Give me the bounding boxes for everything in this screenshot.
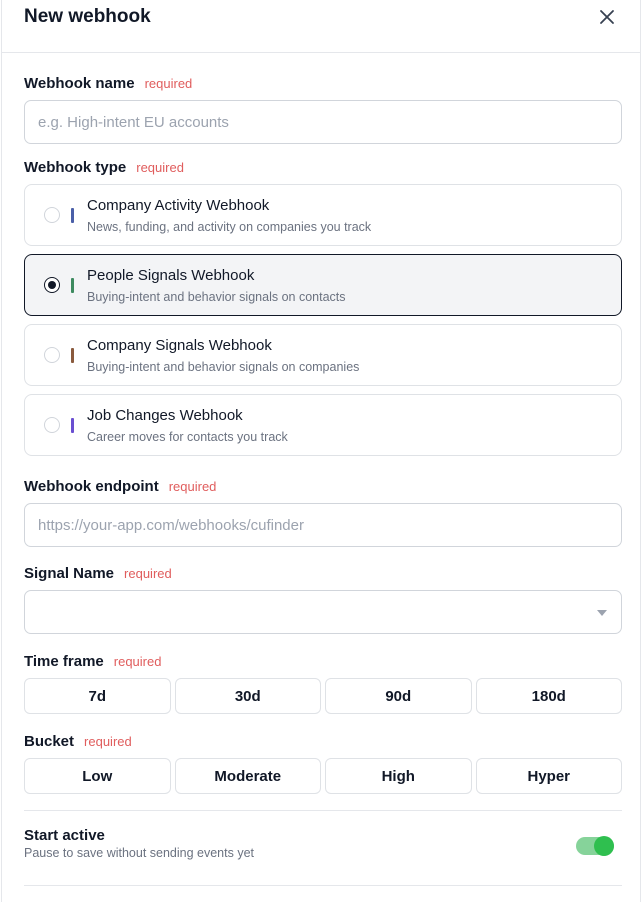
time-frame-option-180d[interactable]: 180d <box>475 678 622 714</box>
webhook-endpoint-label-row: Webhook endpoint required <box>24 478 216 495</box>
bucket-option-hyper[interactable]: Hyper <box>475 758 622 794</box>
required-tag: required <box>84 734 132 749</box>
radio-button[interactable] <box>44 207 60 223</box>
radio-selected-dot <box>48 281 56 289</box>
footer-divider <box>24 885 622 886</box>
time-frame-label: Time frame <box>24 653 104 670</box>
signal-name-label-row: Signal Name required <box>24 565 172 582</box>
webhook-name-input[interactable] <box>24 100 622 144</box>
option-title: People Signals Webhook <box>87 267 255 284</box>
bucket-segmented-control: Low Moderate High Hyper <box>24 758 622 794</box>
webhook-name-label-row: Webhook name required <box>24 75 192 92</box>
webhook-type-label-row: Webhook type required <box>24 159 184 176</box>
required-tag: required <box>136 160 184 175</box>
webhook-type-option-people-signals[interactable]: People Signals Webhook Buying-intent and… <box>24 254 622 316</box>
webhook-type-option-company-activity[interactable]: Company Activity Webhook News, funding, … <box>24 184 622 246</box>
type-color-bar <box>71 418 74 433</box>
signal-name-label: Signal Name <box>24 565 115 582</box>
required-tag: required <box>113 654 162 669</box>
chevron-down-icon <box>597 610 607 616</box>
webhook-endpoint-label: Webhook endpoint <box>24 478 159 495</box>
type-color-bar <box>71 278 74 293</box>
webhook-type-option-job-changes[interactable]: Job Changes Webhook Career moves for con… <box>24 394 622 456</box>
option-description: News, funding, and activity on companies… <box>87 220 372 234</box>
option-description: Buying-intent and behavior signals on co… <box>87 360 360 374</box>
option-description: Career moves for contacts you track <box>87 430 288 444</box>
bucket-label: Bucket <box>24 733 75 750</box>
radio-button[interactable] <box>44 417 60 433</box>
option-description: Buying-intent and behavior signals on co… <box>87 290 346 304</box>
webhook-type-option-company-signals[interactable]: Company Signals Webhook Buying-intent an… <box>24 324 622 386</box>
required-tag: required <box>168 479 217 494</box>
new-webhook-modal: New webhook Webhook name required Webhoo… <box>1 0 641 902</box>
option-title: Job Changes Webhook <box>87 407 243 424</box>
bucket-option-moderate[interactable]: Moderate <box>174 758 321 794</box>
start-active-toggle[interactable] <box>576 836 614 856</box>
option-title: Company Activity Webhook <box>87 197 270 214</box>
time-frame-segmented-control: 7d 30d 90d 180d <box>24 678 622 714</box>
start-active-description: Pause to save without sending events yet <box>24 846 255 860</box>
divider <box>24 810 622 811</box>
time-frame-option-30d[interactable]: 30d <box>174 678 321 714</box>
option-title: Company Signals Webhook <box>87 337 272 354</box>
modal-title: New webhook <box>24 6 151 27</box>
radio-button[interactable] <box>44 347 60 363</box>
bucket-label-row: Bucket required <box>24 733 132 750</box>
bucket-option-high[interactable]: High <box>325 758 472 794</box>
type-color-bar <box>71 348 74 363</box>
time-frame-option-90d[interactable]: 90d <box>325 678 472 714</box>
time-frame-label-row: Time frame required <box>24 653 161 670</box>
webhook-endpoint-input[interactable] <box>24 503 622 547</box>
start-active-label-row: Start active <box>24 827 105 844</box>
modal-header: New webhook <box>2 0 640 53</box>
required-tag: required <box>144 76 193 91</box>
start-active-label: Start active <box>24 827 105 844</box>
radio-button[interactable] <box>44 277 60 293</box>
type-color-bar <box>71 208 74 223</box>
close-icon[interactable] <box>596 6 618 28</box>
time-frame-option-7d[interactable]: 7d <box>24 678 171 714</box>
webhook-type-label: Webhook type <box>24 159 127 176</box>
webhook-name-label: Webhook name <box>24 75 135 92</box>
signal-name-select[interactable] <box>24 590 622 634</box>
bucket-option-low[interactable]: Low <box>24 758 171 794</box>
toggle-knob <box>594 836 614 856</box>
required-tag: required <box>124 566 172 581</box>
